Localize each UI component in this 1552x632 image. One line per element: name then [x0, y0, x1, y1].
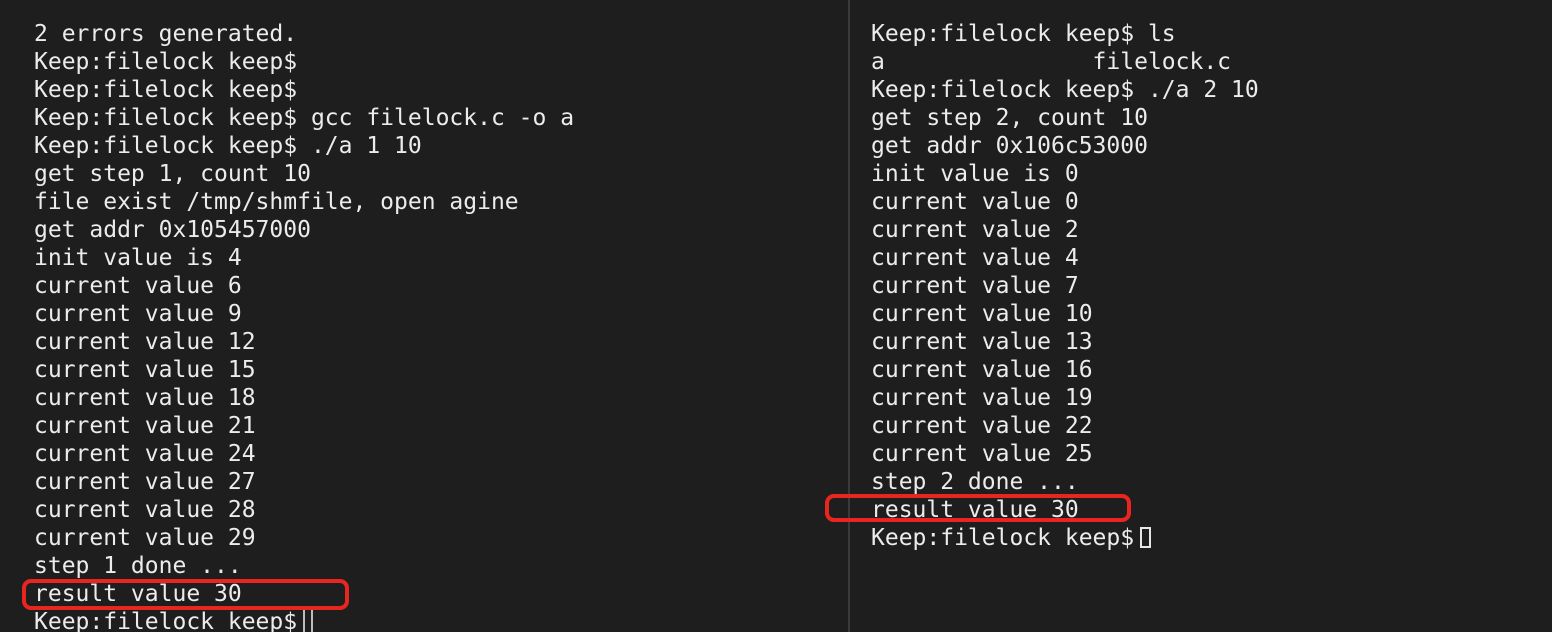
terminal-line: current value 25	[871, 441, 1093, 467]
terminal-line: get step 1, count 10	[34, 161, 311, 187]
terminal-line: current value 18	[34, 385, 256, 411]
terminal-line: get addr 0x105457000	[34, 217, 311, 243]
terminal-line: Keep:filelock keep$ ./a 2 10	[871, 77, 1259, 103]
terminal-line: current value 9	[34, 301, 242, 327]
terminal-line: step 1 done ...	[34, 553, 242, 579]
terminal-line: 2 errors generated.	[34, 21, 298, 47]
terminal-line: current value 27	[34, 469, 256, 495]
terminal-line: current value 13	[871, 329, 1093, 355]
prompt-line[interactable]: Keep:filelock keep$	[34, 608, 574, 632]
terminal-line: current value 29	[34, 525, 256, 551]
terminal-line: current value 7	[871, 273, 1079, 299]
terminal-line: Keep:filelock keep$ ./a 1 10	[34, 133, 422, 159]
terminal-line: get step 2, count 10	[871, 105, 1148, 131]
cursor-icon	[303, 610, 314, 632]
result-line: result value 30	[34, 581, 242, 607]
terminal-line: current value 0	[871, 189, 1079, 215]
terminal-line: current value 19	[871, 385, 1093, 411]
terminal-line: Keep:filelock keep$	[34, 49, 298, 75]
terminal-line: current value 4	[871, 245, 1079, 271]
terminal-line: Keep:filelock keep$ ls	[871, 21, 1176, 47]
terminal-line: current value 15	[34, 357, 256, 383]
right-terminal-pane[interactable]: Keep:filelock keep$ ls a filelock.c Keep…	[850, 0, 1552, 632]
terminal-line: file exist /tmp/shmfile, open agine	[34, 189, 519, 215]
terminal-split-view: 2 errors generated. Keep:filelock keep$ …	[0, 0, 1552, 632]
terminal-line: Keep:filelock keep$	[34, 77, 298, 103]
prompt-line[interactable]: Keep:filelock keep$	[871, 524, 1259, 552]
terminal-line: current value 2	[871, 217, 1079, 243]
terminal-line: current value 22	[871, 413, 1093, 439]
prompt-text: Keep:filelock keep$	[34, 609, 298, 632]
left-terminal-pane[interactable]: 2 errors generated. Keep:filelock keep$ …	[0, 0, 848, 632]
terminal-line: current value 28	[34, 497, 256, 523]
terminal-line: a filelock.c	[871, 49, 1232, 75]
terminal-line: current value 24	[34, 441, 256, 467]
terminal-line: current value 16	[871, 357, 1093, 383]
prompt-text: Keep:filelock keep$	[871, 525, 1135, 551]
terminal-line: current value 10	[871, 301, 1093, 327]
terminal-line: step 2 done ...	[871, 469, 1079, 495]
terminal-line: Keep:filelock keep$ gcc filelock.c -o a	[34, 105, 575, 131]
terminal-line: current value 12	[34, 329, 256, 355]
terminal-line: get addr 0x106c53000	[871, 133, 1148, 159]
left-terminal-output: 2 errors generated. Keep:filelock keep$ …	[34, 20, 574, 632]
terminal-line: current value 6	[34, 273, 242, 299]
terminal-line: init value is 0	[871, 161, 1079, 187]
terminal-line: current value 21	[34, 413, 256, 439]
terminal-line: init value is 4	[34, 245, 242, 271]
right-terminal-output: Keep:filelock keep$ ls a filelock.c Keep…	[871, 20, 1259, 552]
cursor-icon	[1140, 527, 1152, 548]
result-line: result value 30	[871, 497, 1079, 523]
